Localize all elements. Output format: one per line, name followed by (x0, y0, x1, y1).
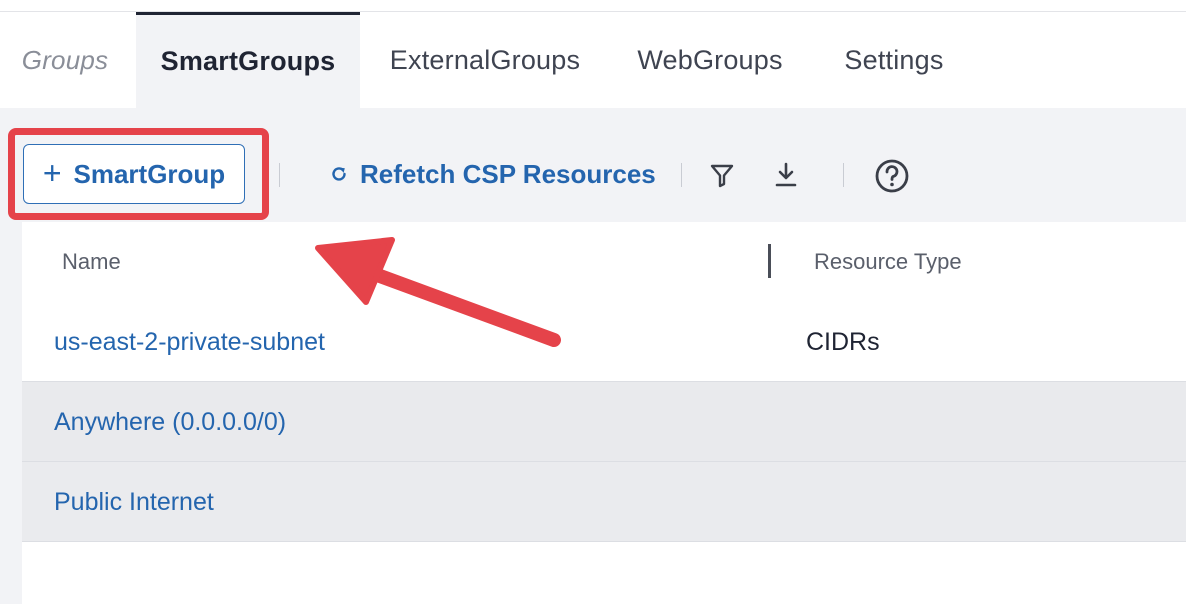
table-header: Name Resource Type (22, 222, 1186, 304)
tab-externalgroups[interactable]: ExternalGroups (370, 12, 600, 108)
download-icon[interactable] (770, 158, 802, 192)
refetch-csp-resources-button[interactable]: Refetch CSP Resources (330, 152, 656, 196)
toolbar-divider (681, 163, 682, 187)
refresh-icon (330, 159, 348, 190)
table-row[interactable]: Anywhere (0.0.0.0/0) (22, 382, 1186, 462)
plus-icon: + (42, 154, 62, 191)
table-row[interactable]: us-east-2-private-subnet CIDRs (22, 302, 1186, 382)
add-smartgroup-button[interactable]: + SmartGroup (23, 144, 245, 204)
filter-icon[interactable] (706, 160, 738, 192)
refetch-label: Refetch CSP Resources (360, 158, 656, 189)
tab-settings[interactable]: Settings (815, 12, 973, 108)
table-row[interactable]: Public Internet (22, 462, 1186, 542)
row-resource-type: CIDRs (806, 327, 880, 356)
tab-groups[interactable]: Groups (0, 12, 130, 108)
left-rail (0, 222, 22, 604)
help-icon[interactable] (873, 157, 911, 195)
toolbar-divider (279, 163, 280, 187)
column-header-resource-type[interactable]: Resource Type (814, 222, 962, 302)
row-name-link[interactable]: Anywhere (0.0.0.0/0) (54, 382, 286, 462)
tab-bar: Groups SmartGroups ExternalGroups WebGro… (0, 12, 1186, 108)
row-name-link[interactable]: us-east-2-private-subnet (54, 302, 325, 382)
column-resizer[interactable] (768, 244, 771, 278)
tab-webgroups[interactable]: WebGroups (620, 12, 800, 108)
tab-smartgroups[interactable]: SmartGroups (136, 12, 360, 108)
add-smartgroup-label: SmartGroup (73, 158, 226, 189)
toolbar-divider (843, 163, 844, 187)
row-name-link[interactable]: Public Internet (54, 462, 214, 542)
column-header-name[interactable]: Name (62, 222, 121, 302)
